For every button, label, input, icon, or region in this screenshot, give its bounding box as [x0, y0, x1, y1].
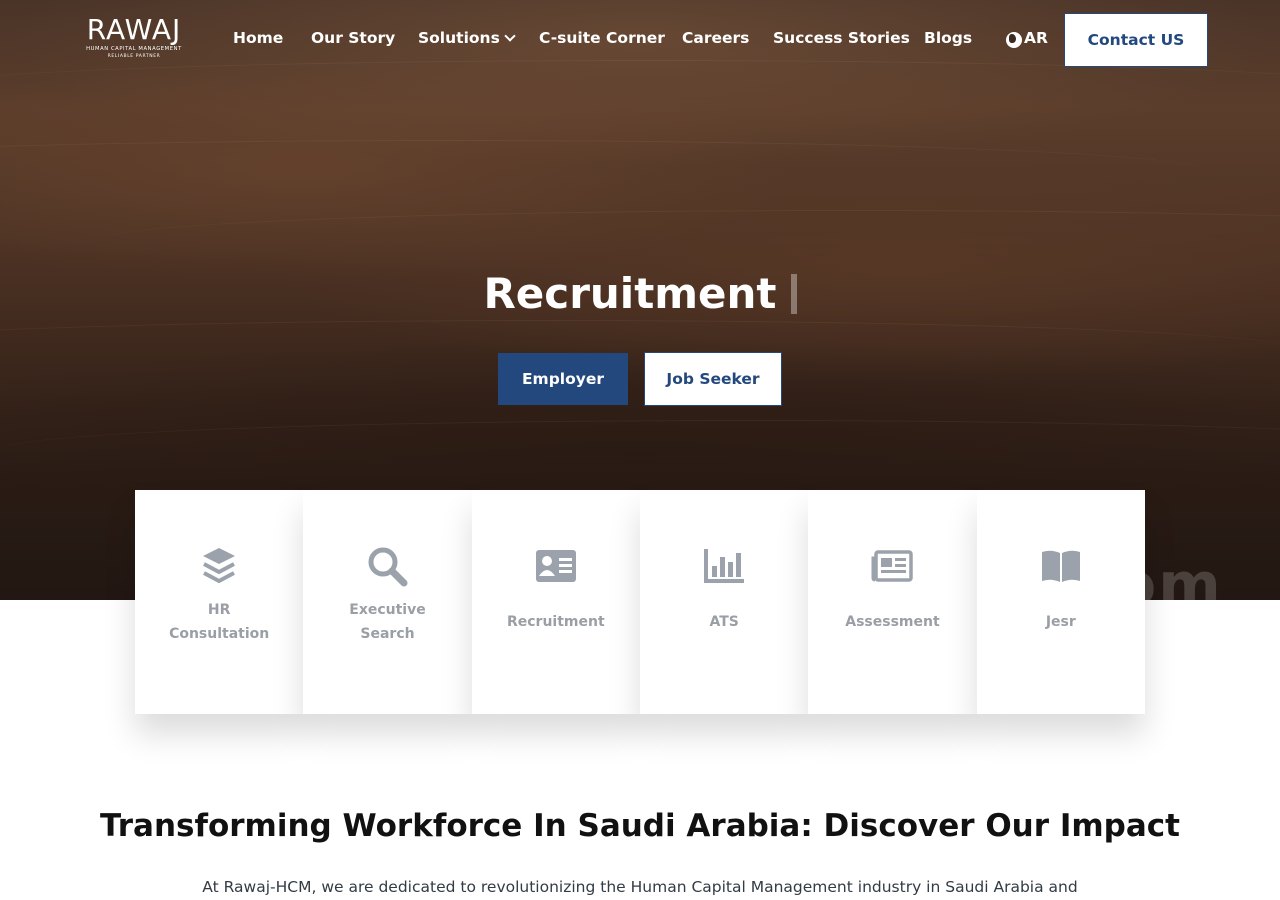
- service-label: Assessment: [845, 614, 940, 630]
- top-navigation: RAWAJ HUMAN CAPITAL MANAGEMENT RELIABLE …: [0, 0, 1280, 80]
- service-card-recruitment[interactable]: Recruitment: [471, 490, 640, 714]
- service-label: ATS: [709, 614, 739, 630]
- impact-heading: Transforming Workforce In Saudi Arabia: …: [100, 808, 1180, 844]
- language-label: AR: [1024, 29, 1048, 47]
- dune-line: [0, 320, 1280, 380]
- services-cards: HR Consultation Executive Search Recruit…: [135, 490, 1145, 714]
- employer-button[interactable]: Employer: [498, 353, 628, 405]
- bar-chart-icon: [702, 544, 746, 588]
- service-label: Recruitment: [506, 614, 605, 630]
- service-card-assessment[interactable]: Assessment: [808, 490, 977, 714]
- service-label-line: HR: [207, 602, 231, 618]
- nav-blogs[interactable]: Blogs: [924, 28, 972, 48]
- dune-line: [0, 420, 1280, 480]
- dune-line: [0, 140, 1200, 200]
- job-seeker-button[interactable]: Job Seeker: [644, 352, 782, 406]
- hero-title: Recruitment: [0, 268, 1280, 320]
- id-card-icon: [534, 544, 578, 588]
- service-card-hr-consultation[interactable]: HR Consultation: [135, 490, 304, 714]
- service-label-line: Consultation: [169, 626, 270, 642]
- language-switch[interactable]: AR: [1006, 28, 1048, 48]
- service-card-executive-search[interactable]: Executive Search: [303, 490, 472, 714]
- layers-icon: [197, 544, 241, 588]
- logo-wordmark: RAWAJ: [86, 13, 182, 46]
- nav-c-suite-corner[interactable]: C-suite Corner: [539, 28, 665, 48]
- search-icon: [365, 544, 409, 588]
- nav-solutions[interactable]: Solutions: [418, 28, 516, 48]
- nav-our-story[interactable]: Our Story: [311, 28, 395, 48]
- newspaper-icon: [870, 544, 914, 588]
- service-label-line: Search: [360, 626, 415, 642]
- rawaj-logo[interactable]: RAWAJ HUMAN CAPITAL MANAGEMENT RELIABLE …: [72, 15, 196, 65]
- globe-icon: [1006, 32, 1022, 48]
- service-label: Executive Search: [313, 598, 461, 646]
- impact-paragraph: At Rawaj-HCM, we are dedicated to revolu…: [202, 878, 1078, 896]
- service-card-ats[interactable]: ATS: [639, 490, 809, 714]
- nav-success-stories[interactable]: Success Stories: [773, 28, 910, 48]
- typing-cursor: [790, 273, 797, 314]
- logo-tagline: RELIABLE PARTNER: [107, 54, 161, 59]
- chevron-down-icon: [504, 30, 516, 42]
- nav-solutions-label: Solutions: [418, 29, 500, 47]
- nav-home[interactable]: Home: [233, 28, 283, 48]
- book-icon: [1039, 544, 1083, 588]
- dune-line: [100, 210, 1280, 270]
- contact-button[interactable]: Contact US: [1064, 13, 1208, 67]
- hero-title-text: Recruitment: [483, 269, 777, 318]
- nav-careers[interactable]: Careers: [682, 28, 749, 48]
- service-label: Jesr: [1045, 614, 1076, 630]
- logo-subtitle: HUMAN CAPITAL MANAGEMENT: [86, 46, 182, 52]
- service-label-line: Executive: [349, 602, 426, 618]
- service-label: HR Consultation: [145, 598, 293, 646]
- service-card-jesr[interactable]: Jesr: [976, 490, 1145, 714]
